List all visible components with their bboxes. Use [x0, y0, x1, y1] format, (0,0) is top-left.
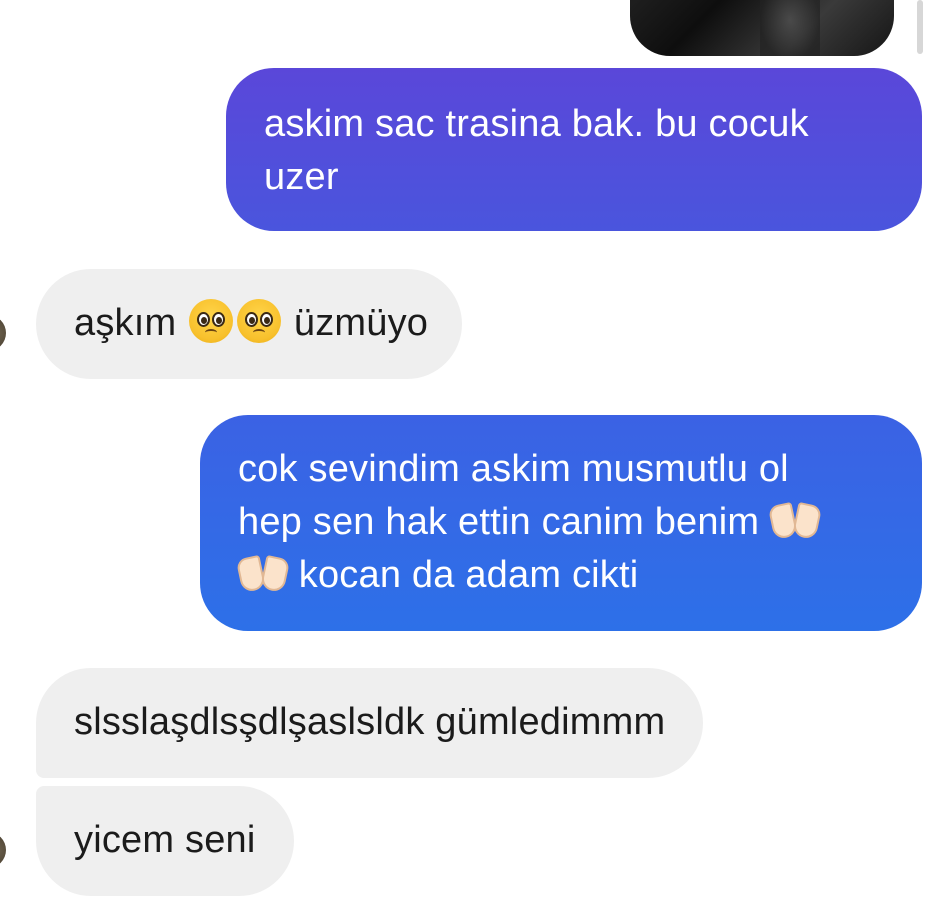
message-text: aşkım — [74, 302, 177, 344]
incoming-message-bubble[interactable]: aşkım üzmüyo — [36, 269, 463, 379]
incoming-message-bubble[interactable]: yicem seni — [36, 786, 294, 896]
chat-thread: askim sac trasina bak. bu cocuk uzer aşk… — [0, 0, 947, 913]
message-text: yicem seni — [74, 819, 256, 861]
message-text-line: cok sevindim askim musmutlu ol — [238, 448, 789, 490]
message-text-line: askim sac trasina bak. bu cocuk — [264, 103, 809, 145]
palms-up-together-icon — [235, 553, 291, 594]
pleading-face-icon — [189, 299, 234, 343]
scrollbar[interactable] — [917, 0, 923, 54]
message-text-line-with-emoji: hep sen hak ettin canim benim — [238, 496, 884, 549]
shared-photo[interactable] — [630, 0, 894, 56]
outgoing-message-bubble[interactable]: cok sevindim askim musmutlu ol hep sen h… — [200, 415, 922, 631]
message-text-line: uzer — [264, 156, 339, 198]
palms-up-together-icon — [767, 500, 823, 541]
incoming-message-bubble[interactable]: slsslaşdlsşdlşaslsldk gümledimmm — [36, 668, 704, 778]
message-text: kocan da adam cikti — [298, 554, 639, 596]
message-text: hep sen hak ettin canim benim — [238, 501, 760, 543]
outgoing-message-bubble[interactable]: askim sac trasina bak. bu cocuk uzer — [226, 68, 922, 231]
avatar[interactable] — [0, 832, 6, 868]
message-text-line-with-emoji: kocan da adam cikti — [235, 549, 884, 602]
avatar[interactable] — [0, 315, 6, 351]
pleading-face-icon — [237, 299, 282, 343]
message-text: üzmüyo — [293, 302, 429, 344]
message-text: slsslaşdlsşdlşaslsldk gümledimmm — [74, 701, 666, 743]
